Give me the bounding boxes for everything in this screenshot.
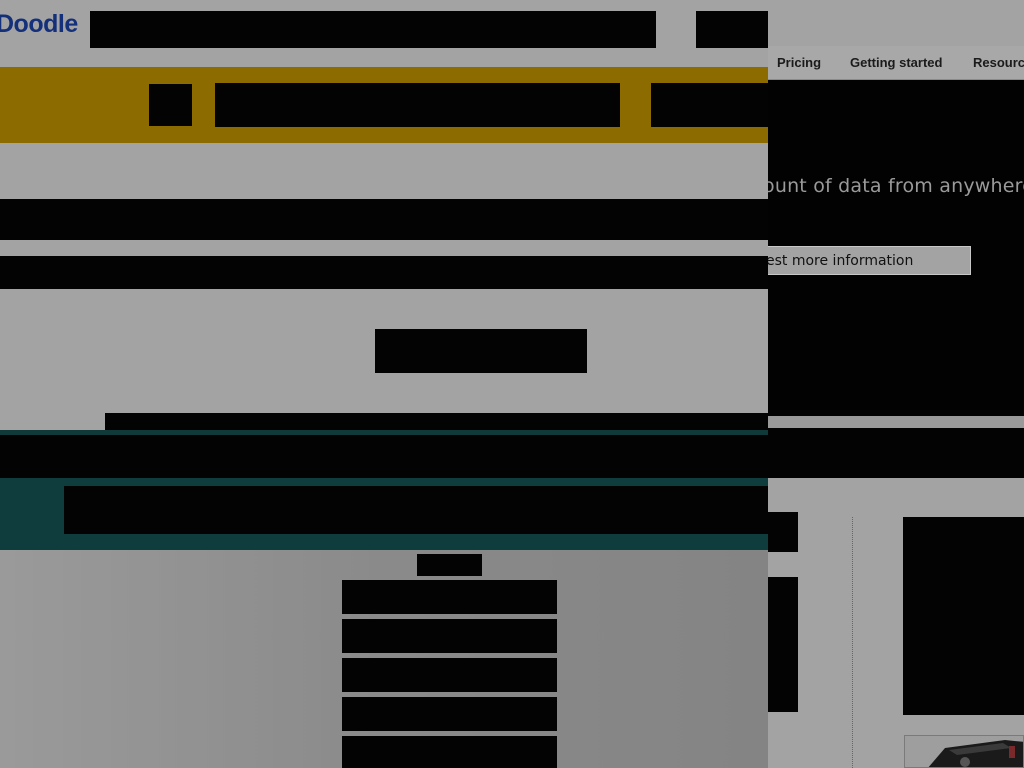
redacted-band (0, 435, 768, 478)
redacted-block (768, 512, 798, 552)
redacted-promo-text (215, 83, 620, 127)
request-info-button[interactable]: est more information (768, 246, 971, 275)
foreground-page: Doodle (0, 0, 768, 768)
hero-tagline: ount of data from anywhere (768, 175, 1024, 197)
redacted-cta-button[interactable] (375, 329, 587, 373)
footer-menu (0, 550, 768, 768)
promo-bar (0, 67, 768, 143)
redacted-subheading (0, 256, 768, 289)
redacted-search-bar[interactable] (90, 11, 656, 48)
device-image-icon (928, 740, 1023, 767)
redacted-menu-item[interactable] (342, 736, 557, 768)
redacted-block (768, 577, 798, 712)
redacted-header-button[interactable] (696, 11, 768, 48)
redacted-menu-item[interactable] (342, 697, 557, 731)
redacted-image (903, 517, 1024, 715)
redacted-banner-text (64, 486, 768, 534)
page-header: Doodle (0, 0, 768, 67)
nav-item-getting-started[interactable]: Getting started (850, 55, 942, 70)
redacted-promo-button[interactable] (651, 83, 768, 127)
main-content (0, 143, 768, 430)
product-thumbnail[interactable] (904, 735, 1024, 768)
main-nav: Pricing Getting started Resources (768, 46, 1024, 80)
redacted-icon[interactable] (149, 84, 192, 126)
nav-item-resources[interactable]: Resources (973, 55, 1024, 70)
redacted-heading (0, 199, 768, 240)
brand-logo[interactable]: Doodle (0, 10, 78, 39)
redacted-menu-item[interactable] (342, 580, 557, 614)
request-info-button-label: est more information (768, 253, 914, 269)
redacted-menu-item[interactable] (342, 619, 557, 653)
hero-section: ount of data from anywhere est more info… (768, 80, 1024, 416)
nav-item-pricing[interactable]: Pricing (777, 55, 821, 70)
redacted-band (768, 428, 1024, 478)
teal-banner (0, 478, 768, 550)
redacted-text-line (105, 413, 768, 430)
dotted-divider (852, 517, 853, 768)
redacted-footer-title (417, 554, 482, 576)
section-divider (768, 416, 1024, 428)
redacted-menu-item[interactable] (342, 658, 557, 692)
